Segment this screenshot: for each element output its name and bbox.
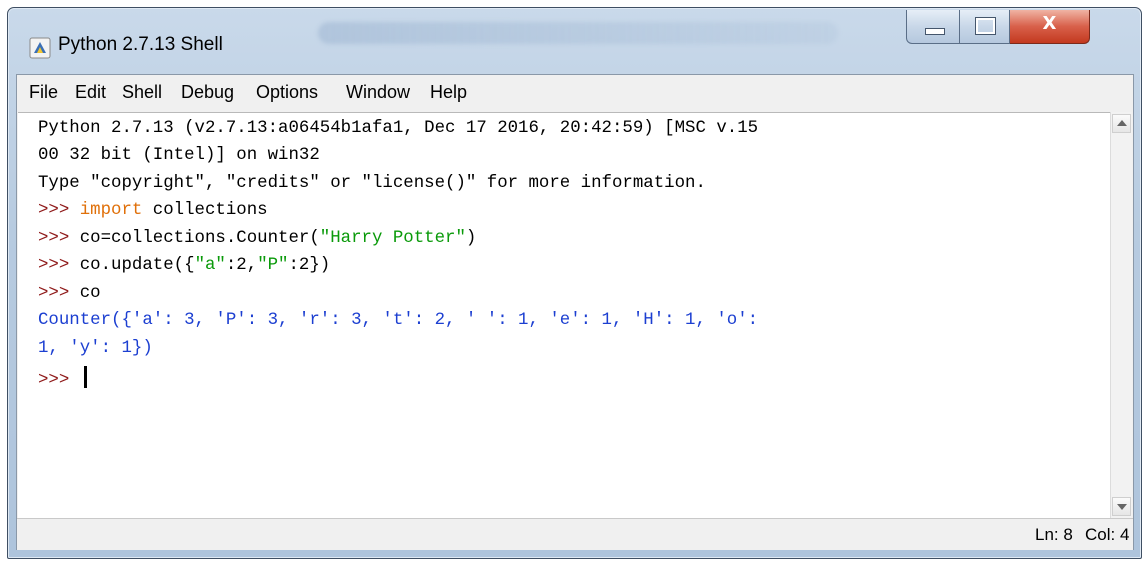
code-token: )	[465, 229, 477, 248]
input-line-update: >>> co.update({"a":2,"P":2})	[38, 256, 330, 275]
close-icon: X	[1042, 13, 1057, 34]
shell-prompt: >>>	[38, 229, 80, 248]
string-token: "P"	[257, 256, 289, 275]
idle-python-icon	[29, 37, 51, 59]
output-line: Counter({'a': 3, 'P': 3, 'r': 3, 't': 2,…	[38, 311, 759, 330]
title-bar[interactable]: Python 2.7.13 Shell X	[8, 8, 1141, 70]
menu-file[interactable]: File	[29, 82, 58, 103]
menu-bar: File Edit Shell Debug Options Window Hel…	[17, 75, 1133, 111]
input-line-co: >>> co	[38, 284, 101, 303]
scroll-down-button[interactable]	[1112, 497, 1131, 516]
minimize-icon	[925, 28, 945, 35]
arrow-down-icon	[1117, 504, 1127, 510]
client-area: File Edit Shell Debug Options Window Hel…	[16, 74, 1134, 550]
code-token: :2})	[288, 256, 331, 275]
menu-window[interactable]: Window	[346, 82, 410, 103]
code-token: co	[79, 284, 101, 303]
status-line-number: Ln: 8	[1035, 525, 1073, 544]
shell-prompt: >>>	[38, 371, 80, 390]
menu-debug[interactable]: Debug	[181, 82, 234, 103]
keyword-token: import	[79, 201, 143, 220]
shell-prompt: >>>	[38, 284, 80, 303]
output-line: 1, 'y': 1})	[38, 339, 153, 358]
banner-line: Type "copyright", "credits" or "license(…	[38, 174, 706, 193]
code-token: co.update({	[79, 256, 195, 275]
maximize-button[interactable]	[960, 10, 1010, 44]
string-token: "a"	[194, 256, 226, 275]
menu-options[interactable]: Options	[256, 82, 318, 103]
close-button[interactable]: X	[1010, 10, 1090, 44]
status-bar: Ln: 8 Col: 4	[17, 518, 1133, 550]
active-prompt-line[interactable]: >>>	[38, 366, 87, 390]
menu-shell[interactable]: Shell	[122, 82, 162, 103]
shell-prompt: >>>	[38, 256, 80, 275]
shell-text-area[interactable]: Python 2.7.13 (v2.7.13:a06454b1afa1, Dec…	[18, 112, 1110, 518]
status-column-number: Col: 4	[1085, 525, 1130, 544]
banner-line: Python 2.7.13 (v2.7.13:a06454b1afa1, Dec…	[38, 119, 759, 138]
code-token: :2,	[225, 256, 258, 275]
menu-help[interactable]: Help	[430, 82, 467, 103]
string-token: "Harry Potter"	[319, 229, 466, 248]
banner-line: 00 32 bit (Intel)] on win32	[38, 146, 320, 165]
code-token: collections	[142, 201, 268, 220]
window-title: Python 2.7.13 Shell	[58, 34, 223, 55]
maximize-icon	[975, 17, 996, 35]
input-line-counter: >>> co=collections.Counter("Harry Potter…	[38, 229, 476, 248]
minimize-button[interactable]	[906, 10, 960, 44]
idle-shell-window: Python 2.7.13 Shell X File Edit Shell De…	[7, 7, 1142, 559]
input-line-import: >>> import collections	[38, 201, 268, 220]
shell-prompt: >>>	[38, 201, 80, 220]
menu-edit[interactable]: Edit	[75, 82, 106, 103]
background-text-blur	[318, 22, 838, 44]
code-token: co=collections.Counter(	[79, 229, 320, 248]
vertical-scrollbar[interactable]	[1110, 112, 1132, 518]
scroll-up-button[interactable]	[1112, 114, 1131, 133]
text-cursor	[83, 366, 87, 388]
arrow-up-icon	[1117, 120, 1127, 126]
